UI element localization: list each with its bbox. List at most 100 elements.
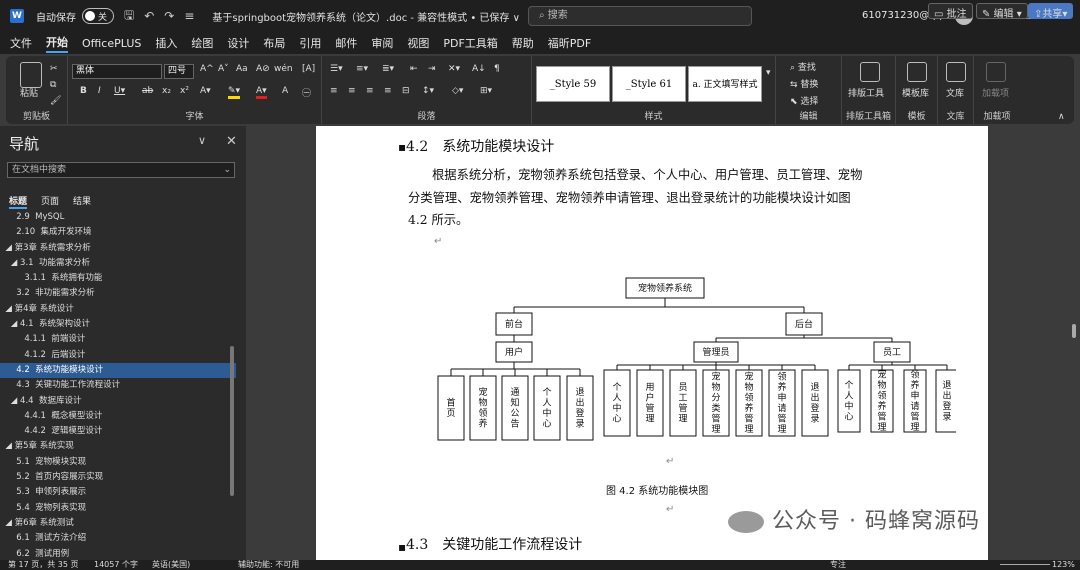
nav-heading-item[interactable]: ◢ 第4章 系统设计 [0,302,236,317]
bold-icon[interactable]: B [80,86,87,96]
text-effect-icon[interactable]: A▾ [200,86,211,96]
language[interactable]: 英语(美国) [152,560,190,570]
clear-format-icon[interactable]: A⊘ [256,64,270,74]
highlight-icon[interactable]: ✎▾ [228,86,241,99]
menu-tab-4[interactable]: 绘图 [191,35,213,51]
template-label[interactable]: 模板库 [902,86,929,99]
multilevel-list-icon[interactable]: ≣▾ [382,64,394,74]
char-border-icon[interactable]: [A] [302,64,315,74]
select-button[interactable]: ⬉ 选择 [790,94,818,107]
menu-tab-8[interactable]: 邮件 [335,35,357,51]
align-left-icon[interactable]: ≡ [330,86,338,96]
char-shading-icon[interactable]: A [282,86,288,96]
shrink-font-icon[interactable]: A˅ [218,64,229,74]
nav-heading-item[interactable]: 4.2 系统功能模块设计 [0,362,236,379]
nav-heading-item[interactable]: ◢ 第3章 系统需求分析 [0,241,236,256]
nav-heading-item[interactable]: 3.2 非功能需求分析 [0,286,236,301]
nav-heading-item[interactable]: 3.1.1 系统拥有功能 [0,271,236,286]
addin-label[interactable]: 加载项 [982,86,1009,99]
nav-heading-item[interactable]: 2.9 MySQL [0,210,236,225]
justify-icon[interactable]: ≡ [384,86,392,96]
undo-icon[interactable]: ↶ [144,9,154,23]
show-marks-icon[interactable]: ¶ [494,64,500,74]
chevron-down-icon[interactable]: ∨ [198,134,206,147]
underline-icon[interactable]: U▾ [114,86,125,96]
align-right-icon[interactable]: ≡ [366,86,374,96]
nav-heading-item[interactable]: 5.2 首页内容展示实现 [0,470,236,485]
nav-heading-item[interactable]: 4.4.1 概念模型设计 [0,409,236,424]
menu-tab-1[interactable]: 开始 [46,34,68,53]
document-page[interactable]: ▪ 4.2 系统功能模块设计 根据系统分析，宠物领养系统包括登录、个人中心、用户… [316,126,988,560]
template-icon[interactable] [907,62,927,82]
copy-icon[interactable]: ⧉ [50,80,56,90]
numbering-icon[interactable]: ≡▾ [356,64,368,74]
nav-heading-item[interactable]: ◢ 3.1 功能需求分析 [0,256,236,271]
font-size-select[interactable]: 四号 [164,64,194,79]
cut-icon[interactable]: ✂ [50,64,58,74]
menu-tab-3[interactable]: 插入 [155,35,177,51]
nav-heading-item[interactable]: 2.10 集成开发环境 [0,225,236,240]
menu-tab-10[interactable]: 视图 [407,35,429,51]
collapse-ribbon-icon[interactable]: ∧ [1058,112,1065,122]
menu-tab-11[interactable]: PDF工具箱 [443,35,497,51]
change-case-icon[interactable]: Aa [236,64,248,74]
addin-icon[interactable] [986,62,1006,82]
font-family-select[interactable]: 黑体 [72,64,162,79]
document-scrollbar[interactable] [1072,324,1076,338]
grow-font-icon[interactable]: A^ [200,64,214,74]
nav-search-input[interactable]: 在文档中搜索 ⌄ [7,162,235,178]
zoom-slider[interactable] [1000,564,1050,565]
nav-heading-item[interactable]: 5.1 宠物模块实现 [0,455,236,470]
styles-more-icon[interactable]: ▾ [766,68,771,78]
menu-tab-6[interactable]: 布局 [263,35,285,51]
layout-tool-label[interactable]: 排版工具 [848,86,884,99]
menu-tab-2[interactable]: OfficePLUS [82,37,141,50]
zoom-level[interactable]: 123% [1052,560,1075,570]
menu-tab-9[interactable]: 审阅 [371,35,393,51]
search-input[interactable]: ⌕ 搜索 [528,6,752,26]
style-61[interactable]: _Style 61 [612,66,686,102]
nav-heading-item[interactable]: ◢ 4.4 数据库设计 [0,394,236,409]
chinese-layout-icon[interactable]: ✕▾ [448,64,460,74]
focus-mode[interactable]: 专注 [830,560,846,570]
superscript-icon[interactable]: x² [180,86,189,96]
customize-quick-access-icon[interactable]: ≡ [184,9,194,23]
paste-icon[interactable] [20,62,42,88]
close-icon[interactable]: ✕ [226,134,237,149]
distributed-icon[interactable]: ⊟ [402,86,410,96]
nav-heading-item[interactable]: 5.4 宠物列表实现 [0,501,236,516]
bullets-icon[interactable]: ☰▾ [330,64,343,74]
nav-tab-1[interactable]: 页面 [41,194,59,209]
nav-heading-item[interactable]: ◢ 第5章 系统实现 [0,439,236,454]
word-count[interactable]: 14057 个字 [94,560,138,570]
page-count[interactable]: 第 17 页，共 35 页 [8,560,79,570]
line-spacing-icon[interactable]: ↕▾ [422,86,434,96]
function-module-diagram[interactable]: 宠物领养系统前台 后台用户 管理员 员工首页 宠物领养 通知公告 个人中心 退出登录 个人中心 用… [434,258,956,458]
italic-icon[interactable]: I [98,86,101,96]
menu-tab-13[interactable]: 福昕PDF [548,35,591,51]
nav-tab-2[interactable]: 结果 [73,194,91,209]
style-59[interactable]: _Style 59 [536,66,610,102]
nav-heading-item[interactable]: 5.3 申领列表展示 [0,485,236,500]
decrease-indent-icon[interactable]: ⇤ [410,64,418,74]
phonetic-guide-icon[interactable]: wén [274,64,293,74]
menu-tab-7[interactable]: 引用 [299,35,321,51]
shading-icon[interactable]: ◇▾ [452,86,463,96]
style-body-text[interactable]: a. 正文填写样式 [688,66,762,102]
increase-indent-icon[interactable]: ⇥ [428,64,436,74]
autosave-toggle[interactable]: 关 [82,8,114,24]
nav-heading-item[interactable]: 6.1 测试方法介绍 [0,531,236,546]
replace-button[interactable]: ⇆ 替换 [790,77,818,90]
format-painter-icon[interactable]: 🖌 [50,96,61,106]
nav-heading-item[interactable]: ◢ 4.1 系统架构设计 [0,317,236,332]
edit-mode-button[interactable]: ✎ 编辑 ▾ [976,3,1028,20]
menu-tab-5[interactable]: 设计 [227,35,249,51]
menu-tab-0[interactable]: 文件 [10,35,32,51]
nav-heading-item[interactable]: 4.4.2 逻辑模型设计 [0,424,236,439]
nav-heading-item[interactable]: 4.1.2 后端设计 [0,348,236,363]
font-color-icon[interactable]: A▾ [256,86,267,99]
library-label[interactable]: 文库 [946,86,964,99]
nav-heading-item[interactable]: 4.3 关键功能工作流程设计 [0,378,236,393]
menu-tab-12[interactable]: 帮助 [512,35,534,51]
accessibility-status[interactable]: 辅助功能: 不可用 [238,560,299,570]
